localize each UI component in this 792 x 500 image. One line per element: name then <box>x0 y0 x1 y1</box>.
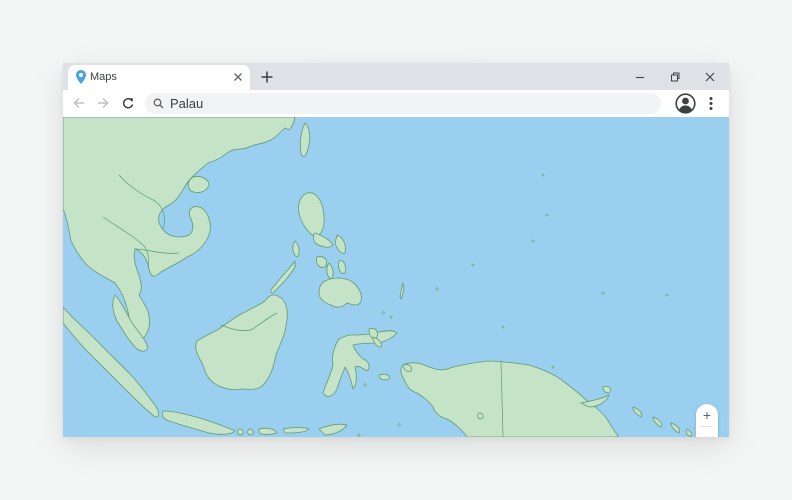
solomon-3 <box>670 422 680 434</box>
hainan <box>187 176 210 193</box>
island-dot <box>545 213 549 217</box>
new-ireland <box>602 386 611 394</box>
map-pin-icon <box>76 70 86 84</box>
reload-icon[interactable] <box>121 96 135 110</box>
palawan <box>270 260 296 294</box>
luzon <box>298 192 325 237</box>
samar <box>334 234 346 254</box>
taiwan <box>299 122 311 158</box>
mindoro <box>292 240 300 258</box>
island-dot <box>551 365 555 369</box>
timor <box>318 423 348 436</box>
restore-icon[interactable] <box>668 70 682 84</box>
close-window-icon[interactable] <box>703 70 717 84</box>
toolbar <box>63 90 729 117</box>
island-dot <box>397 423 401 427</box>
island-dot <box>357 433 361 437</box>
island-dot <box>541 173 545 177</box>
new-tab-icon[interactable] <box>259 69 275 85</box>
zoom-control: + − <box>696 404 718 437</box>
borneo <box>195 294 288 391</box>
sumbawa <box>258 427 278 435</box>
tab-title: Maps <box>90 71 117 83</box>
search-icon <box>153 98 164 109</box>
buru <box>378 373 390 381</box>
new-guinea <box>400 360 620 437</box>
browser-window: Maps Palau + − <box>63 63 729 437</box>
map-canvas <box>63 117 693 437</box>
minimize-icon[interactable] <box>633 70 647 84</box>
sulawesi <box>322 330 398 397</box>
island-dot <box>389 315 393 319</box>
island-dot <box>435 287 439 291</box>
cebu-leyte <box>338 260 346 274</box>
close-tab-icon[interactable] <box>232 71 244 83</box>
mindanao <box>318 277 362 308</box>
solomon-4 <box>685 428 693 437</box>
forward-arrow-icon[interactable] <box>96 96 110 110</box>
flores <box>282 427 310 434</box>
negros <box>326 262 334 280</box>
luzon-south <box>313 232 334 248</box>
island-dot <box>501 325 505 329</box>
panay <box>316 256 327 268</box>
tab-maps[interactable]: Maps <box>68 65 250 90</box>
bali <box>237 428 244 436</box>
island-dot <box>531 239 535 243</box>
java <box>161 410 236 435</box>
island-dot <box>665 293 669 297</box>
island-dot <box>363 383 367 387</box>
zoom-out-button[interactable]: − <box>696 426 718 437</box>
map-view[interactable]: + − <box>63 117 729 437</box>
island-dot <box>471 263 475 267</box>
address-input[interactable] <box>170 93 650 114</box>
zoom-in-button[interactable]: + <box>696 404 718 426</box>
address-bar[interactable] <box>145 93 661 114</box>
solomon-1 <box>632 406 642 418</box>
profile-avatar-icon[interactable] <box>675 93 696 114</box>
palau <box>399 282 405 300</box>
island-dot <box>381 311 385 315</box>
tab-strip: Maps <box>63 63 729 90</box>
aru <box>477 412 484 420</box>
solomon-2 <box>652 416 662 428</box>
island-dot <box>601 291 605 295</box>
more-menu-icon[interactable] <box>704 95 718 112</box>
lombok <box>247 428 254 436</box>
back-arrow-icon[interactable] <box>72 96 86 110</box>
